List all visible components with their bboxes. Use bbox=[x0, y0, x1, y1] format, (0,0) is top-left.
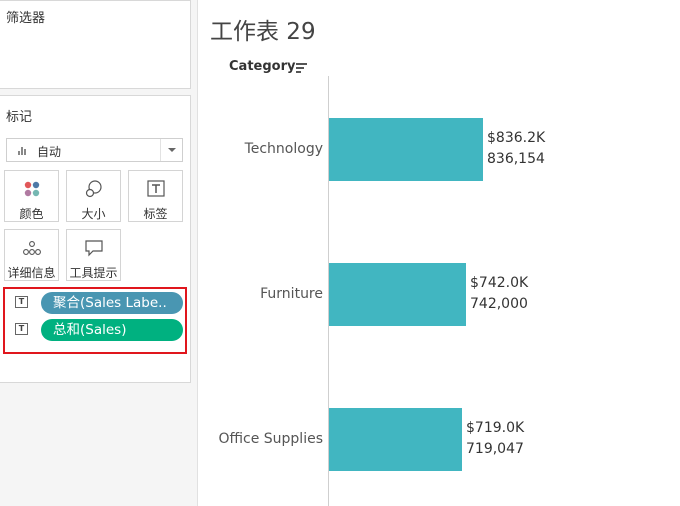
text-label-icon[interactable]: T bbox=[15, 296, 28, 308]
currency-label: $719.0K bbox=[466, 420, 525, 436]
bar[interactable] bbox=[329, 408, 462, 471]
bar[interactable] bbox=[329, 118, 483, 181]
mark-type-label: 自动 bbox=[37, 145, 62, 159]
color-button[interactable]: 颜色 bbox=[4, 170, 59, 222]
field-pill-sales-label[interactable]: 聚合(Sales Labe.. bbox=[41, 292, 183, 314]
label-label: 标签 bbox=[143, 207, 168, 221]
category-label[interactable]: Technology bbox=[245, 141, 323, 157]
text-label-icon[interactable]: T bbox=[15, 323, 28, 335]
sum-label: 742,000 bbox=[470, 296, 528, 312]
color-dots-icon bbox=[24, 181, 39, 197]
currency-label: $742.0K bbox=[470, 275, 529, 291]
sum-label: 719,047 bbox=[466, 441, 524, 457]
filters-title: 筛选器 bbox=[6, 11, 46, 26]
text-label-icon bbox=[146, 180, 165, 197]
bar-value-label: $742.0K 742,000 bbox=[470, 273, 528, 315]
size-label: 大小 bbox=[81, 207, 106, 221]
marks-title: 标记 bbox=[6, 110, 33, 125]
category-label[interactable]: Furniture bbox=[260, 286, 323, 302]
bar[interactable] bbox=[329, 263, 466, 326]
bar-value-label: $836.2K 836,154 bbox=[487, 128, 545, 170]
sum-label: 836,154 bbox=[487, 151, 545, 167]
filters-card[interactable]: 筛选器 bbox=[0, 0, 191, 89]
bar-chart-icon bbox=[18, 147, 28, 155]
column-header-category[interactable]: Category bbox=[229, 59, 295, 74]
category-label[interactable]: Office Supplies bbox=[218, 431, 323, 447]
chevron-down-icon[interactable] bbox=[160, 139, 182, 161]
label-fields-highlight: T 聚合(Sales Labe.. T 总和(Sales) bbox=[3, 287, 187, 354]
tooltip-button[interactable]: 工具提示 bbox=[66, 229, 121, 281]
worksheet-title: 工作表 29 bbox=[210, 19, 316, 45]
tooltip-label: 工具提示 bbox=[69, 266, 118, 280]
field-pill-sum-sales[interactable]: 总和(Sales) bbox=[41, 319, 183, 341]
label-button[interactable]: 标签 bbox=[128, 170, 183, 222]
detail-dots-icon bbox=[22, 241, 41, 255]
mark-type-dropdown[interactable]: 自动 bbox=[6, 138, 183, 162]
color-label: 颜色 bbox=[19, 207, 44, 221]
currency-label: $836.2K bbox=[487, 130, 546, 146]
sort-icon[interactable] bbox=[296, 63, 307, 73]
left-panel: 筛选器 标记 自动 颜色 大小 标签 详细信息 工具提示 T 聚合(Sales … bbox=[0, 0, 198, 506]
bar-value-label: $719.0K 719,047 bbox=[466, 418, 524, 460]
size-button[interactable]: 大小 bbox=[66, 170, 121, 222]
tooltip-bubble-icon bbox=[84, 240, 103, 257]
size-circles-icon bbox=[85, 180, 102, 198]
detail-label: 详细信息 bbox=[7, 266, 56, 280]
detail-button[interactable]: 详细信息 bbox=[4, 229, 59, 281]
